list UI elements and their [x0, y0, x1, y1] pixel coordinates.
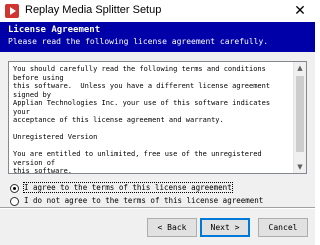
back-button[interactable]: < Back — [147, 218, 197, 237]
vertical-scrollbar[interactable]: ▲ ▼ — [293, 62, 306, 173]
close-button[interactable]: ✕ — [285, 0, 315, 22]
page-title: License Agreement — [8, 25, 101, 35]
agree-radio[interactable] — [10, 184, 19, 193]
next-button[interactable]: Next > — [200, 218, 250, 237]
agree-label[interactable]: I agree to the terms of this license agr… — [23, 182, 233, 193]
page-header: License Agreement Please read the follow… — [0, 22, 315, 52]
license-textbox[interactable]: You should carefully read the following … — [8, 61, 307, 174]
disagree-label[interactable]: I do not agree to the terms of this lice… — [24, 196, 263, 205]
setup-window: Replay Media Splitter Setup ✕ License Ag… — [0, 0, 315, 245]
scroll-down-icon[interactable]: ▼ — [294, 161, 306, 173]
window-title: Replay Media Splitter Setup — [25, 4, 162, 16]
license-text: You should carefully read the following … — [13, 65, 271, 174]
footer-divider — [0, 207, 315, 209]
page-subtitle: Please read the following license agreem… — [8, 37, 269, 46]
scroll-up-icon[interactable]: ▲ — [294, 62, 306, 74]
disagree-radio[interactable] — [10, 197, 19, 206]
scrollbar-thumb[interactable] — [296, 76, 304, 152]
title-bar: Replay Media Splitter Setup ✕ — [0, 0, 315, 22]
cancel-button[interactable]: Cancel — [258, 218, 308, 237]
app-icon — [5, 4, 19, 18]
